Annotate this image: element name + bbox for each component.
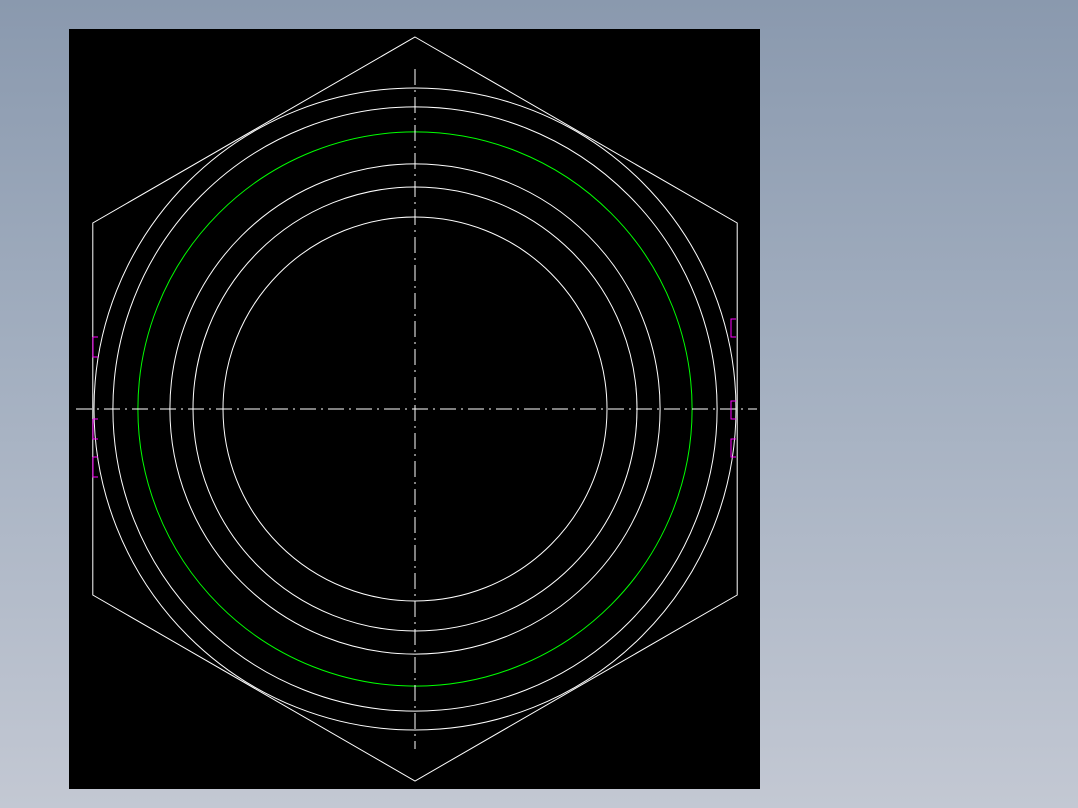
cad-viewport[interactable] [69, 29, 760, 789]
thread-marker-left [92, 456, 98, 478]
app-background: { "colors": { "background_gradient_top":… [0, 0, 1078, 808]
center-lines [76, 69, 757, 749]
drawing-canvas[interactable] [69, 29, 760, 789]
thread-marker-right [730, 318, 736, 338]
thread-marker-left [92, 336, 98, 358]
thread-marker-right [730, 400, 736, 420]
